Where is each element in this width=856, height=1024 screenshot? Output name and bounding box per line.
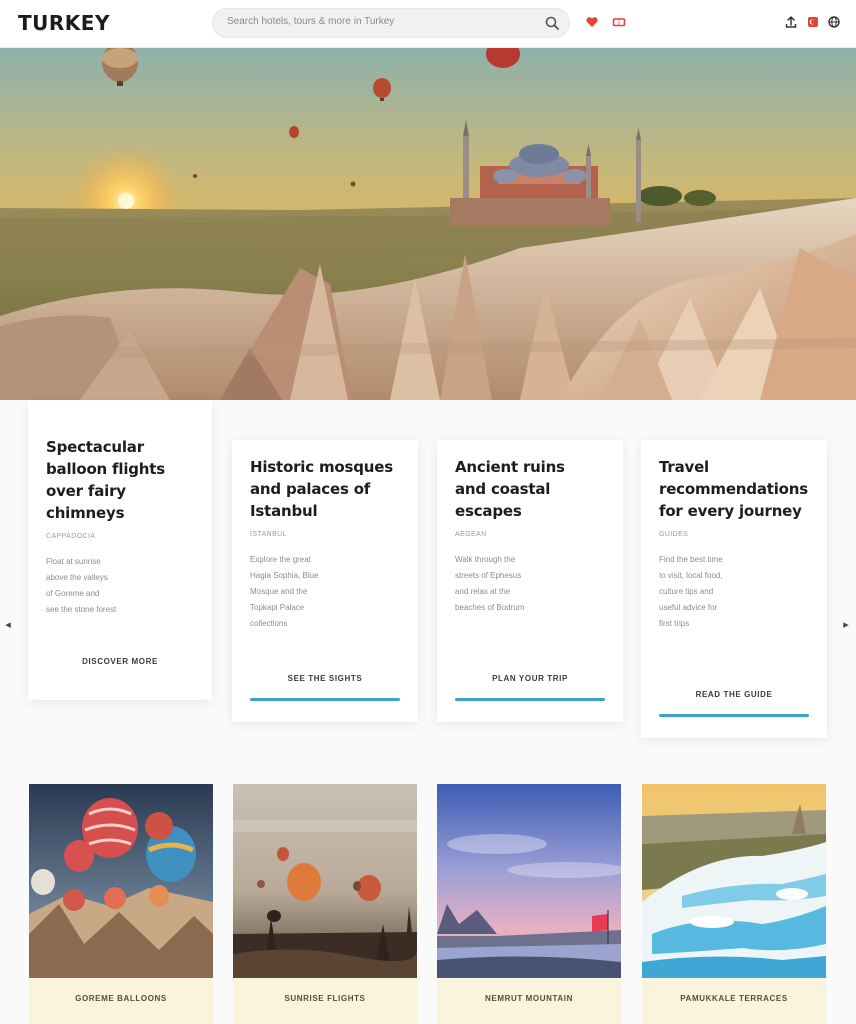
pamukkale-photo bbox=[642, 784, 826, 978]
globe-icon[interactable] bbox=[827, 15, 841, 29]
site-logo[interactable]: TURKEY bbox=[18, 11, 110, 35]
card-link[interactable]: DISCOVER MORE bbox=[28, 657, 212, 666]
info-card[interactable]: Historic mosques and palaces of Istanbul I… bbox=[232, 440, 418, 722]
card-accent-bar bbox=[659, 714, 809, 717]
card-link[interactable]: PLAN YOUR TRIP bbox=[437, 674, 623, 683]
card-body: Walk through the streets of Ephesus and re… bbox=[455, 555, 525, 612]
flag-icon[interactable] bbox=[806, 15, 820, 29]
card-title: Spectacular balloon flights over fairy chim… bbox=[46, 438, 165, 522]
tile-caption: PAMUKKALE TERRACES bbox=[680, 994, 788, 1003]
top-header: TURKEY Search hotels, tours & more in Tu… bbox=[0, 0, 856, 48]
sunrise-balloons-photo bbox=[233, 784, 417, 978]
card-meta: CAPPADOCIA bbox=[46, 533, 96, 540]
search-bar[interactable]: Search hotels, tours & more in Turkey bbox=[212, 8, 570, 38]
card-link[interactable]: READ THE GUIDE bbox=[641, 690, 827, 699]
card-body: Explore the great Hagia Sophia, Blue Mosqu… bbox=[250, 555, 319, 628]
card-accent-bar bbox=[250, 698, 400, 701]
tile-caption: GOREME BALLOONS bbox=[75, 994, 167, 1003]
balloons-photo bbox=[29, 784, 213, 978]
card-meta: GUIDES bbox=[659, 531, 689, 538]
chevron-right-icon[interactable]: ▸ bbox=[840, 618, 852, 632]
photo-tile[interactable]: SUNRISE FLIGHTS bbox=[233, 784, 417, 1024]
card-body: Float at sunrise above the valleys of Gore… bbox=[46, 557, 117, 614]
info-card[interactable]: Ancient ruins and coastal escapes AEGEAN W… bbox=[437, 440, 623, 722]
ticket-icon[interactable] bbox=[612, 15, 626, 29]
heart-icon[interactable] bbox=[585, 15, 599, 29]
card-title: Travel recommendations for every journey bbox=[659, 458, 808, 520]
tile-caption: SUNRISE FLIGHTS bbox=[284, 994, 366, 1003]
card-title: Historic mosques and palaces of Istanbul bbox=[250, 458, 393, 520]
card-body: Find the best time to visit, local food, c… bbox=[659, 555, 723, 628]
photo-tile[interactable]: NEMRUT MOUNTAIN bbox=[437, 784, 621, 1024]
hero-image bbox=[0, 48, 856, 400]
card-title: Ancient ruins and coastal escapes bbox=[455, 458, 565, 520]
share-icon[interactable] bbox=[784, 15, 798, 29]
info-card[interactable]: Travel recommendations for every journey G… bbox=[641, 440, 827, 738]
chevron-left-icon[interactable]: ◂ bbox=[2, 618, 14, 632]
card-meta: ISTANBUL bbox=[250, 531, 287, 538]
mountain-lake-photo bbox=[437, 784, 621, 978]
info-card[interactable]: Spectacular balloon flights over fairy chim… bbox=[28, 400, 212, 700]
card-link[interactable]: SEE THE SIGHTS bbox=[232, 674, 418, 683]
search-input[interactable]: Search hotels, tours & more in Turkey bbox=[227, 16, 527, 27]
card-accent-bar bbox=[455, 698, 605, 701]
photo-tile[interactable]: PAMUKKALE TERRACES bbox=[642, 784, 826, 1024]
tile-caption: NEMRUT MOUNTAIN bbox=[485, 994, 573, 1003]
photo-tile[interactable]: GOREME BALLOONS bbox=[29, 784, 213, 1024]
card-meta: AEGEAN bbox=[455, 531, 487, 538]
search-icon[interactable] bbox=[544, 15, 560, 31]
